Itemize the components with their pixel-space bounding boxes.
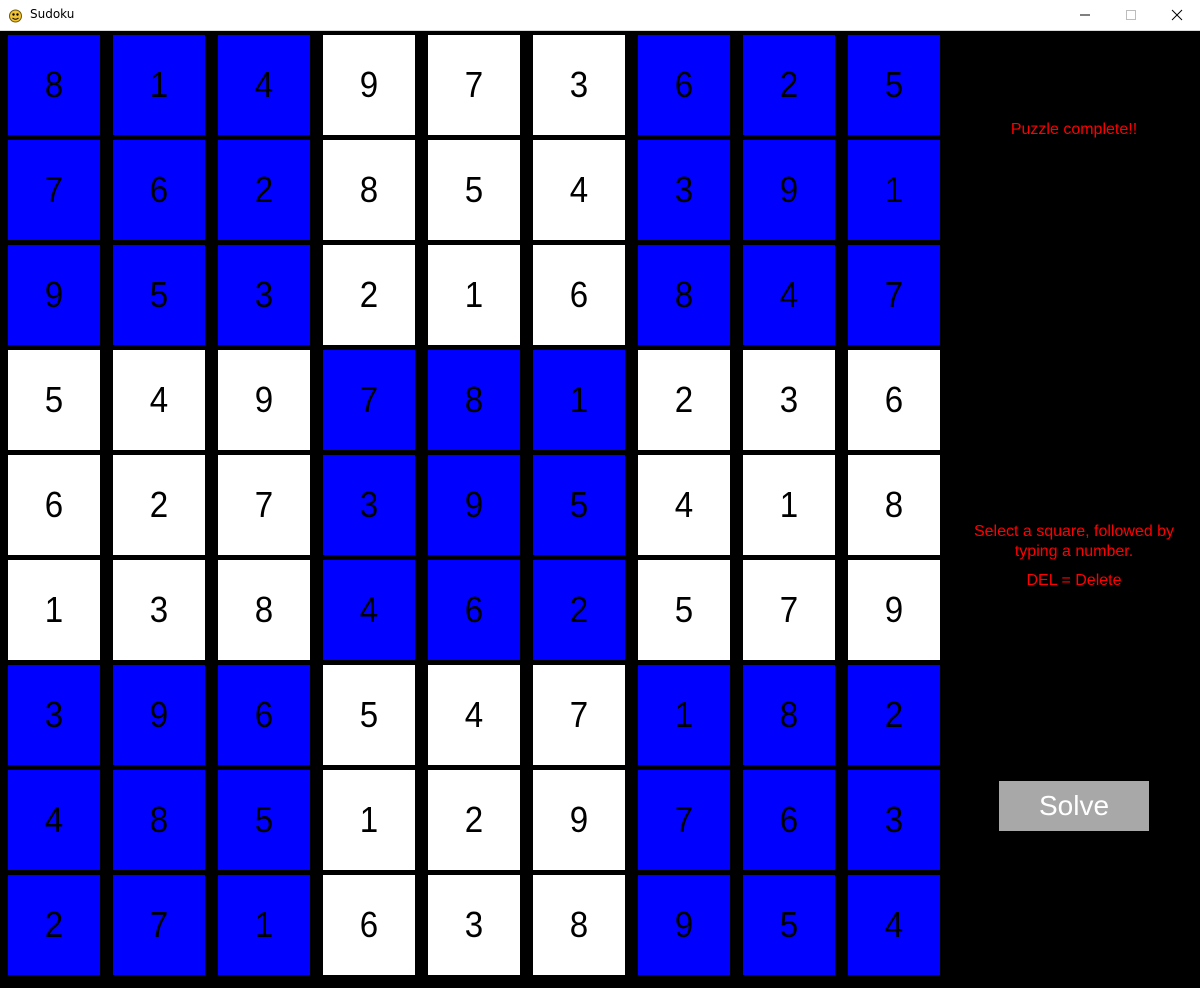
- sudoku-cell[interactable]: 9: [638, 875, 730, 975]
- sudoku-cell[interactable]: 9: [428, 455, 520, 555]
- sudoku-cell[interactable]: 9: [848, 560, 940, 660]
- sudoku-cell[interactable]: 1: [848, 140, 940, 240]
- sudoku-cell[interactable]: 3: [533, 35, 625, 135]
- sudoku-cell[interactable]: 5: [113, 245, 205, 345]
- sudoku-cell[interactable]: 1: [323, 770, 415, 870]
- sudoku-cell[interactable]: 6: [743, 770, 835, 870]
- sudoku-cell[interactable]: 4: [218, 35, 310, 135]
- sudoku-cell[interactable]: 3: [8, 665, 100, 765]
- sudoku-cell[interactable]: 1: [638, 665, 730, 765]
- sudoku-cell[interactable]: 2: [428, 770, 520, 870]
- sudoku-cell[interactable]: 6: [113, 140, 205, 240]
- delete-hint-text: DEL = Delete: [1026, 572, 1122, 589]
- sudoku-cell[interactable]: 3: [113, 560, 205, 660]
- sudoku-cell[interactable]: 1: [428, 245, 520, 345]
- sudoku-cell[interactable]: 6: [428, 560, 520, 660]
- sudoku-cell[interactable]: 4: [743, 245, 835, 345]
- sudoku-cell[interactable]: 2: [533, 560, 625, 660]
- sudoku-cell[interactable]: 5: [428, 140, 520, 240]
- sudoku-cell[interactable]: 1: [743, 455, 835, 555]
- sudoku-cell[interactable]: 6: [533, 245, 625, 345]
- sudoku-cell[interactable]: 7: [848, 245, 940, 345]
- solve-button[interactable]: Solve: [999, 781, 1149, 831]
- sudoku-cell[interactable]: 5: [8, 350, 100, 450]
- sudoku-cell[interactable]: 8: [8, 35, 100, 135]
- sudoku-cell[interactable]: 9: [743, 140, 835, 240]
- maximize-button[interactable]: [1108, 0, 1154, 30]
- sudoku-cell[interactable]: 6: [848, 350, 940, 450]
- sudoku-cell[interactable]: 8: [218, 560, 310, 660]
- sudoku-cell[interactable]: 8: [428, 350, 520, 450]
- sudoku-cell[interactable]: 4: [533, 140, 625, 240]
- sudoku-cell[interactable]: 5: [218, 770, 310, 870]
- sudoku-cell[interactable]: 1: [533, 350, 625, 450]
- sudoku-cell[interactable]: 9: [323, 35, 415, 135]
- sudoku-cell[interactable]: 3: [848, 770, 940, 870]
- sudoku-cell[interactable]: 8: [323, 140, 415, 240]
- sudoku-cell[interactable]: 7: [743, 560, 835, 660]
- sudoku-cell[interactable]: 3: [638, 140, 730, 240]
- sudoku-cell[interactable]: 7: [323, 350, 415, 450]
- sudoku-cell[interactable]: 4: [848, 875, 940, 975]
- sudoku-cell[interactable]: 8: [638, 245, 730, 345]
- sudoku-cell[interactable]: 9: [8, 245, 100, 345]
- sudoku-cell[interactable]: 4: [8, 770, 100, 870]
- sudoku-cell[interactable]: 2: [638, 350, 730, 450]
- sudoku-cell[interactable]: 4: [323, 560, 415, 660]
- minimize-button[interactable]: [1062, 0, 1108, 30]
- sudoku-cell[interactable]: 7: [533, 665, 625, 765]
- sudoku-cell[interactable]: 3: [323, 455, 415, 555]
- sudoku-cell[interactable]: 7: [8, 140, 100, 240]
- sudoku-cell[interactable]: 6: [638, 35, 730, 135]
- sudoku-cell[interactable]: 4: [638, 455, 730, 555]
- pygame-snake-icon: [9, 9, 22, 23]
- sudoku-cell[interactable]: 2: [113, 455, 205, 555]
- sudoku-cell[interactable]: 3: [218, 245, 310, 345]
- sudoku-cell[interactable]: 6: [8, 455, 100, 555]
- sudoku-cell[interactable]: 8: [533, 875, 625, 975]
- sudoku-cell[interactable]: 5: [743, 875, 835, 975]
- sudoku-board: 8149736257628543919532168475497812366273…: [0, 31, 948, 979]
- sudoku-cell[interactable]: 2: [323, 245, 415, 345]
- window-title: Sudoku: [30, 7, 75, 21]
- puzzle-status-message: Puzzle complete!!: [1010, 121, 1138, 138]
- sudoku-cell[interactable]: 9: [113, 665, 205, 765]
- sudoku-cell[interactable]: 6: [218, 665, 310, 765]
- maximize-icon: [1126, 10, 1136, 20]
- sudoku-cell[interactable]: 8: [848, 455, 940, 555]
- sudoku-cell[interactable]: 2: [8, 875, 100, 975]
- sudoku-cell[interactable]: 5: [638, 560, 730, 660]
- sudoku-cell[interactable]: 1: [8, 560, 100, 660]
- sudoku-cell[interactable]: 8: [113, 770, 205, 870]
- sudoku-cell[interactable]: 9: [533, 770, 625, 870]
- sudoku-cell[interactable]: 3: [428, 875, 520, 975]
- sudoku-cell[interactable]: 4: [428, 665, 520, 765]
- minimize-icon: [1080, 14, 1090, 16]
- sudoku-window: Sudoku 814973625762854391953216847549781…: [0, 0, 1200, 988]
- title-bar: Sudoku: [0, 0, 1200, 31]
- sudoku-cell[interactable]: 2: [848, 665, 940, 765]
- sudoku-cell[interactable]: 7: [428, 35, 520, 135]
- sudoku-cell[interactable]: 1: [218, 875, 310, 975]
- sudoku-cell[interactable]: 5: [323, 665, 415, 765]
- sudoku-cell[interactable]: 1: [113, 35, 205, 135]
- sudoku-cell[interactable]: 4: [113, 350, 205, 450]
- sudoku-cell[interactable]: 7: [638, 770, 730, 870]
- close-button[interactable]: [1154, 0, 1200, 30]
- sudoku-cell[interactable]: 2: [743, 35, 835, 135]
- sudoku-cell[interactable]: 8: [743, 665, 835, 765]
- sudoku-cell[interactable]: 2: [218, 140, 310, 240]
- sudoku-cell[interactable]: 6: [323, 875, 415, 975]
- sudoku-cell[interactable]: 7: [218, 455, 310, 555]
- sudoku-cell[interactable]: 9: [218, 350, 310, 450]
- sudoku-cell[interactable]: 7: [113, 875, 205, 975]
- instructions-text: Select a square, followed by typing a nu…: [973, 523, 1175, 560]
- sudoku-cell[interactable]: 3: [743, 350, 835, 450]
- sudoku-cell[interactable]: 5: [848, 35, 940, 135]
- close-icon: [1171, 9, 1183, 21]
- sudoku-cell[interactable]: 5: [533, 455, 625, 555]
